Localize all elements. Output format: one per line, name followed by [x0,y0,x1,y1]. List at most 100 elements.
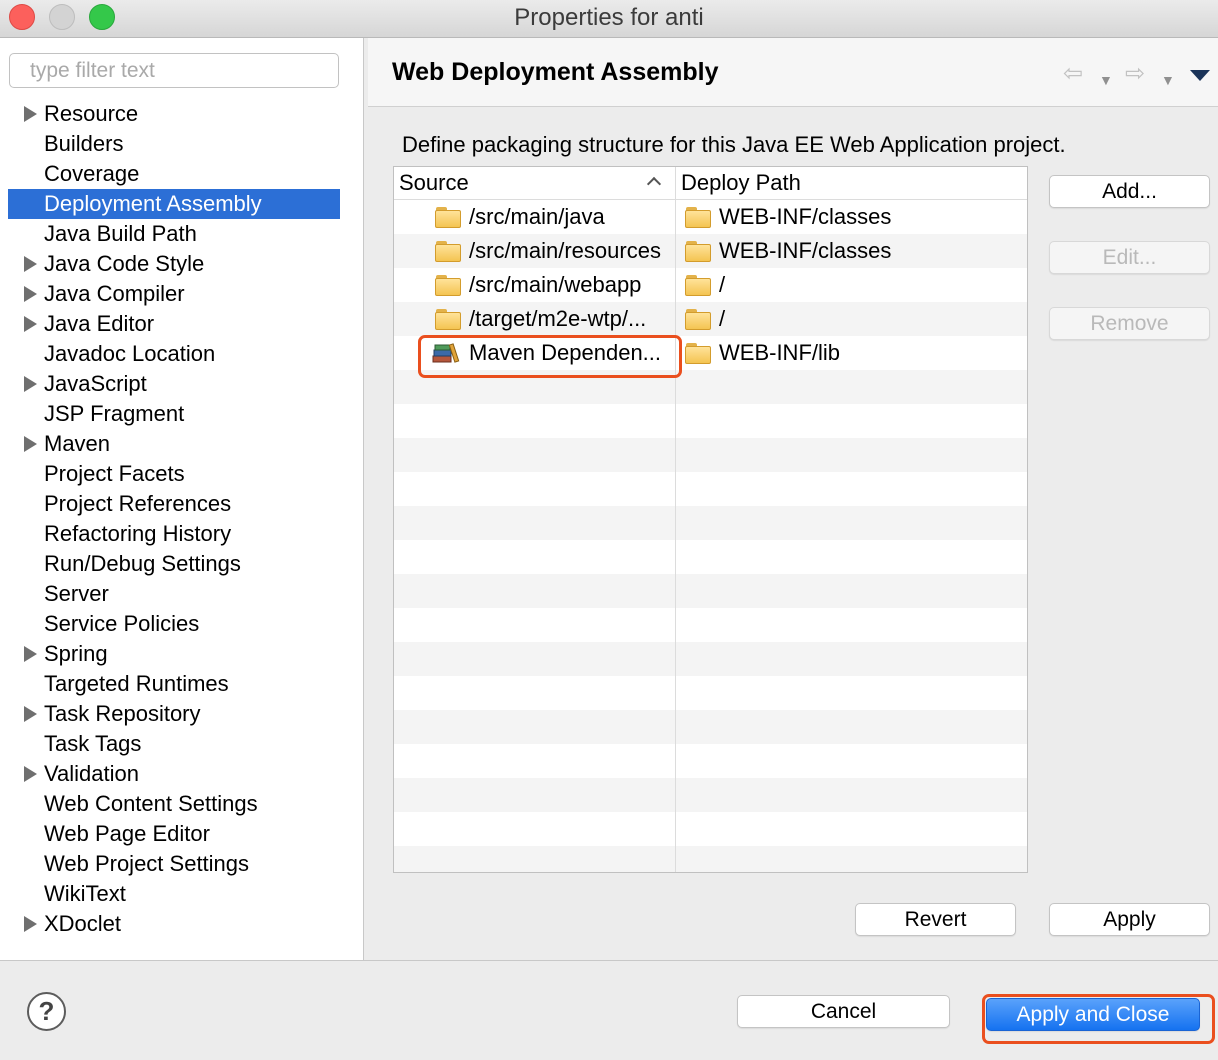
expand-arrow-icon[interactable] [24,376,37,392]
tree-item[interactable]: Refactoring History [8,519,340,549]
expand-arrow-icon[interactable] [24,286,37,302]
table-row[interactable] [394,574,1027,608]
table-row[interactable] [394,506,1027,540]
tree-item[interactable]: Coverage [8,159,340,189]
table-row[interactable] [394,472,1027,506]
tree-item[interactable]: Targeted Runtimes [8,669,340,699]
tree-item[interactable]: Validation [8,759,340,789]
forward-arrow-icon[interactable]: ⇨ [1125,62,1145,86]
tree-item[interactable]: Java Editor [8,309,340,339]
folder-icon [685,275,711,296]
apply-and-close-highlight [982,994,1215,1044]
tree-item[interactable]: Java Code Style [8,249,340,279]
property-page: Web Deployment Assembly ⇦ ▼ ⇨ ▼ Define p… [368,38,1218,960]
folder-icon [685,343,711,364]
tree-item[interactable]: Web Project Settings [8,849,340,879]
expand-arrow-icon[interactable] [24,436,37,452]
page-header: Web Deployment Assembly ⇦ ▼ ⇨ ▼ [368,38,1218,107]
tree-item[interactable]: WikiText [8,879,340,909]
page-description: Define packaging structure for this Java… [402,132,1066,157]
table-row[interactable] [394,710,1027,744]
column-header-source-label: Source [399,170,469,195]
tree-item-label: JSP Fragment [44,401,185,426]
window-title: Properties for anti [514,4,704,31]
tree-item-label: Java Compiler [44,281,185,306]
table-row[interactable] [394,404,1027,438]
tree-item-label: Web Page Editor [44,821,210,846]
help-icon[interactable]: ? [27,992,66,1031]
table-row[interactable] [394,608,1027,642]
tree-item[interactable]: Java Build Path [8,219,340,249]
table-row[interactable] [394,676,1027,710]
remove-button[interactable]: Remove [1049,307,1210,340]
tree-item[interactable]: Web Content Settings [8,789,340,819]
expand-arrow-icon[interactable] [24,706,37,722]
table-row[interactable]: /target/m2e-wtp/... / [394,302,1027,336]
tree-item[interactable]: Service Policies [8,609,340,639]
tree-item[interactable]: Server [8,579,340,609]
cancel-button[interactable]: Cancel [737,995,950,1028]
table-row[interactable] [394,438,1027,472]
expand-arrow-icon[interactable] [24,646,37,662]
tree-item[interactable]: Java Compiler [8,279,340,309]
edit-button[interactable]: Edit... [1049,241,1210,274]
folder-icon [435,275,461,296]
source-path: /target/m2e-wtp/... [469,306,647,331]
tree-item-label: Project Facets [44,461,185,486]
table-row[interactable] [394,744,1027,778]
tree-item[interactable]: Project References [8,489,340,519]
expand-arrow-icon[interactable] [24,256,37,272]
add-button[interactable]: Add... [1049,175,1210,208]
tree-item[interactable]: JSP Fragment [8,399,340,429]
back-arrow-icon[interactable]: ⇦ [1063,62,1083,86]
tree-item[interactable]: Web Page Editor [8,819,340,849]
tree-item-label: Deployment Assembly [44,191,262,216]
table-row[interactable]: /src/main/resources WEB-INF/classes [394,234,1027,268]
tree-item[interactable]: Run/Debug Settings [8,549,340,579]
apply-button[interactable]: Apply [1049,903,1210,936]
revert-button[interactable]: Revert [855,903,1016,936]
folder-icon [435,309,461,330]
tree-item[interactable]: Spring [8,639,340,669]
tree-item[interactable]: Task Tags [8,729,340,759]
tree-item-label: Spring [44,641,108,666]
tree-item[interactable]: Javadoc Location [8,339,340,369]
table-row[interactable] [394,846,1027,872]
tree-item-label: Validation [44,761,139,786]
column-header-source[interactable]: Source [394,167,676,199]
deploy-path: / [719,306,726,331]
table-row[interactable] [394,778,1027,812]
source-path: /src/main/resources [469,238,661,263]
tree-item[interactable]: JavaScript [8,369,340,399]
table-row[interactable]: /src/main/java WEB-INF/classes [394,200,1027,234]
table-row[interactable] [394,812,1027,846]
tree-item-label: Resource [44,101,139,126]
column-header-deploy-path[interactable]: Deploy Path [676,167,1027,199]
expand-arrow-icon[interactable] [24,916,37,932]
deploy-path: / [719,272,726,297]
tree-item[interactable]: Maven [8,429,340,459]
table-row[interactable]: /src/main/webapp / [394,268,1027,302]
expand-arrow-icon[interactable] [24,106,37,122]
dialog-button-bar: ? Cancel Apply and Close [0,960,1218,1060]
table-row[interactable] [394,642,1027,676]
assembly-table[interactable]: Source Deploy Path /src/main/java WEB-INF… [393,166,1028,873]
tree-item[interactable]: Task Repository [8,699,340,729]
tree-item[interactable]: Deployment Assembly [8,189,340,219]
tree-item-label: Maven [44,431,111,456]
tree-item[interactable]: Project Facets [8,459,340,489]
table-row[interactable] [394,540,1027,574]
tree-item[interactable]: Resource [8,99,340,129]
tree-item-label: Javadoc Location [44,341,216,366]
property-page-tree: Resource Builders Coverage Deployment Assem… [8,99,340,939]
forward-history-dropdown-icon[interactable]: ▼ [1161,68,1175,92]
tree-item[interactable]: Builders [8,129,340,159]
deploy-path: WEB-INF/classes [719,204,892,229]
expand-arrow-icon[interactable] [24,316,37,332]
expand-arrow-icon[interactable] [24,766,37,782]
view-menu-icon[interactable] [1190,70,1210,81]
tree-item[interactable]: XDoclet [8,909,340,939]
back-history-dropdown-icon[interactable]: ▼ [1099,68,1113,92]
tree-item-label: Run/Debug Settings [44,551,241,576]
filter-input[interactable] [9,53,339,88]
